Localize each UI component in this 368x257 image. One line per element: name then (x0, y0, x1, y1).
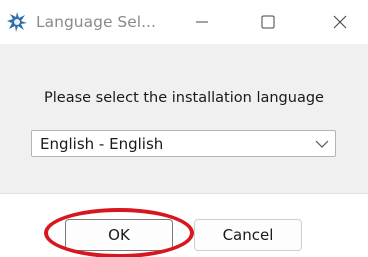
prompt-text: Please select the installation language (44, 90, 324, 106)
language-dropdown-value: English - English (40, 135, 164, 153)
language-select-dialog: Language Sel... Please select the instal… (0, 0, 368, 257)
maximize-icon (261, 15, 275, 29)
dialog-footer: OK Cancel (0, 193, 368, 257)
close-button[interactable] (312, 0, 368, 44)
language-dropdown[interactable]: English - English (31, 130, 336, 157)
minimize-icon (196, 21, 208, 23)
chevron-down-icon (315, 140, 329, 148)
cancel-button[interactable]: Cancel (194, 219, 302, 251)
close-icon (333, 15, 347, 29)
dialog-body: Please select the installation language … (0, 44, 368, 193)
ok-button[interactable]: OK (65, 219, 173, 251)
minimize-button[interactable] (174, 0, 230, 44)
window-title: Language Sel... (36, 13, 156, 31)
title-bar[interactable]: Language Sel... (0, 0, 368, 44)
installer-app-icon (7, 12, 27, 32)
maximize-button[interactable] (240, 0, 296, 44)
